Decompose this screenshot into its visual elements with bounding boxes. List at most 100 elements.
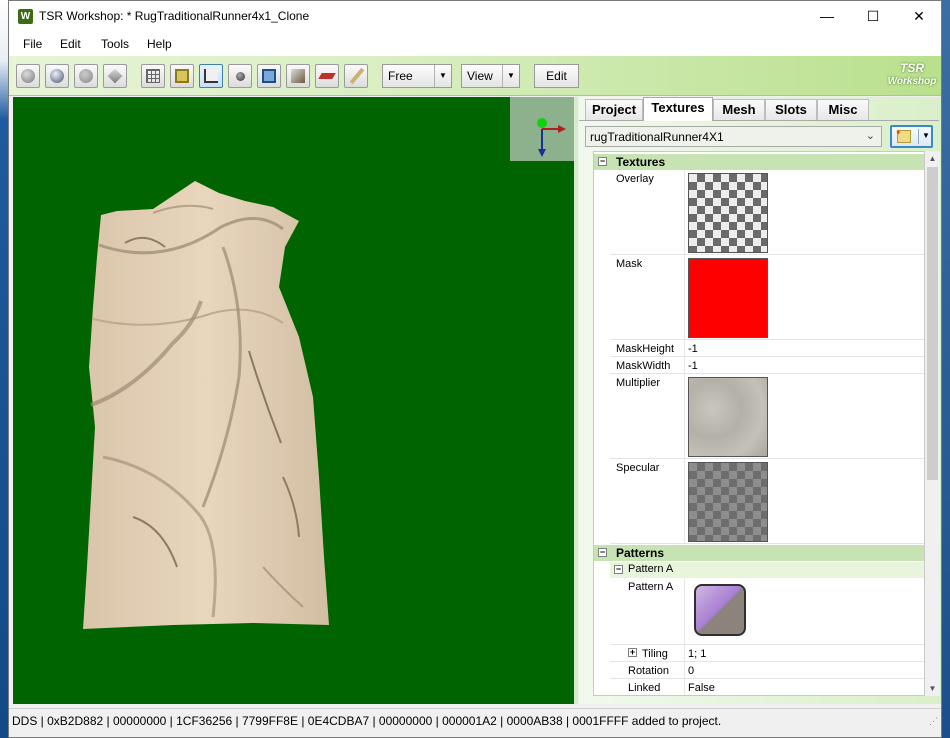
menu-edit[interactable]: Edit: [60, 37, 81, 51]
window-title: TSR Workshop: * RugTraditionalRunner4x1_…: [39, 9, 310, 23]
collapse-icon[interactable]: −: [614, 565, 623, 574]
texture-select[interactable]: rugTraditionalRunner4X1 ⌄: [585, 126, 882, 147]
menu-bar: File Edit Tools Help: [9, 32, 941, 56]
add-texture-button[interactable]: ✦ ▼: [890, 125, 933, 148]
tab-slots[interactable]: Slots: [765, 99, 817, 120]
3d-viewport[interactable]: [13, 97, 574, 704]
mask-width-value[interactable]: -1: [688, 360, 698, 372]
shading-smooth-button[interactable]: [45, 64, 69, 88]
column-divider: [684, 374, 685, 458]
texture-view-button[interactable]: [286, 64, 310, 88]
tsr-workshop-logo: TSR Workshop: [885, 62, 939, 92]
scrollbar-thumb[interactable]: [927, 167, 938, 480]
menu-help[interactable]: Help: [147, 37, 172, 51]
status-bar: DDS | 0xB2D882 | 00000000 | 1CF36256 | 7…: [9, 708, 941, 730]
camera-mode-value: Free: [388, 69, 413, 83]
row-overlay[interactable]: Overlay: [610, 170, 924, 255]
scroll-up-icon[interactable]: ▲: [925, 151, 940, 166]
grey-sphere-icon: [21, 69, 35, 83]
mesh-blue-button[interactable]: [257, 64, 281, 88]
row-multiplier[interactable]: Multiplier: [610, 374, 924, 459]
column-divider: [684, 459, 685, 543]
view-dropdown[interactable]: View ▼: [461, 64, 520, 88]
shading-matte-button[interactable]: [74, 64, 98, 88]
property-grid: − Textures Overlay Mask MaskHeight -1 Ma…: [593, 151, 925, 696]
collapse-icon[interactable]: −: [598, 157, 607, 166]
row-linked[interactable]: Linked False: [610, 679, 924, 695]
floor-plane-icon: [204, 69, 218, 83]
group-pattern-a: − Pattern A: [610, 562, 924, 578]
rug-mesh: [83, 181, 329, 629]
tab-strip-border: [579, 120, 939, 121]
specular-label: Specular: [616, 462, 660, 474]
row-rotation[interactable]: Rotation 0: [610, 662, 924, 679]
wireframe-button[interactable]: [141, 64, 165, 88]
shaded-sphere-icon: [50, 69, 64, 83]
rotation-value[interactable]: 0: [688, 665, 694, 677]
mask-texture-swatch[interactable]: [688, 258, 768, 338]
multiplier-texture-swatch[interactable]: [688, 377, 768, 457]
bone-tool-button[interactable]: [344, 64, 368, 88]
row-mask-width[interactable]: MaskWidth -1: [610, 357, 924, 374]
overlay-texture-swatch[interactable]: [688, 173, 768, 253]
group-pattern-a-label: Pattern A: [628, 563, 674, 575]
collapse-icon[interactable]: −: [598, 548, 607, 557]
category-patterns-label: Patterns: [616, 546, 665, 560]
chevron-down-icon: ⌄: [865, 130, 875, 142]
pattern-a-thumbnail[interactable]: [694, 584, 746, 636]
row-mask-height[interactable]: MaskHeight -1: [610, 340, 924, 357]
linked-value[interactable]: False: [688, 682, 715, 694]
overlay-label: Overlay: [616, 173, 654, 185]
rug-preview-button[interactable]: [315, 64, 339, 88]
maximize-button[interactable]: ☐: [850, 1, 896, 32]
sparkle-icon: ✦: [895, 128, 902, 137]
point-view-button[interactable]: [228, 64, 252, 88]
axis-gizmo[interactable]: [510, 97, 574, 161]
row-tiling[interactable]: + Tiling 1; 1: [610, 645, 924, 662]
row-specular[interactable]: Specular: [610, 459, 924, 544]
toolbar: Free ▼ View ▼ Edit TSR Workshop: [9, 56, 941, 96]
dot-icon: [236, 72, 245, 81]
tiling-label: Tiling: [642, 648, 668, 660]
resize-grip-icon[interactable]: ⋰: [929, 716, 938, 727]
texture-select-value: rugTraditionalRunner4X1: [590, 130, 724, 144]
bones-view-button[interactable]: [170, 64, 194, 88]
expand-icon[interactable]: +: [628, 648, 637, 657]
edit-button[interactable]: Edit: [534, 64, 579, 88]
close-button[interactable]: ✕: [896, 1, 941, 32]
minimize-button[interactable]: —: [804, 1, 850, 32]
pattern-a-label: Pattern A: [628, 581, 674, 593]
tiling-value[interactable]: 1; 1: [688, 648, 706, 660]
scroll-down-icon[interactable]: ▼: [925, 681, 940, 696]
status-text: DDS | 0xB2D882 | 00000000 | 1CF36256 | 7…: [12, 714, 722, 728]
row-mask[interactable]: Mask: [610, 255, 924, 340]
column-divider: [684, 645, 685, 661]
view-value: View: [467, 69, 493, 83]
tab-misc[interactable]: Misc: [817, 99, 869, 120]
mask-label: Mask: [616, 258, 643, 270]
menu-file[interactable]: File: [23, 37, 42, 51]
column-divider: [684, 255, 685, 339]
tab-textures[interactable]: Textures: [643, 97, 713, 121]
tab-mesh[interactable]: Mesh: [713, 99, 765, 120]
tab-project[interactable]: Project: [585, 99, 643, 120]
chevron-down-icon: ▼: [434, 65, 451, 87]
shading-diamond-button[interactable]: [103, 64, 127, 88]
column-divider: [684, 340, 685, 356]
camera-mode-dropdown[interactable]: Free ▼: [382, 64, 452, 88]
desktop-background-left: [0, 0, 8, 738]
texture-swatch-icon: [291, 69, 305, 83]
column-divider: [684, 357, 685, 373]
category-textures-label: Textures: [616, 155, 666, 169]
title-bar[interactable]: W TSR Workshop: * RugTraditionalRunner4x…: [9, 1, 941, 32]
cube-gold-icon: [175, 69, 189, 83]
panel-splitter[interactable]: [574, 97, 578, 704]
wireframe-grid-icon: [146, 69, 160, 83]
specular-texture-swatch[interactable]: [688, 462, 768, 542]
menu-tools[interactable]: Tools: [101, 37, 129, 51]
row-pattern-a[interactable]: Pattern A: [610, 578, 924, 645]
floor-view-button[interactable]: [199, 64, 223, 88]
shading-flat-button[interactable]: [16, 64, 40, 88]
property-grid-scrollbar[interactable]: ▲ ▼: [925, 151, 940, 696]
mask-height-value[interactable]: -1: [688, 343, 698, 355]
